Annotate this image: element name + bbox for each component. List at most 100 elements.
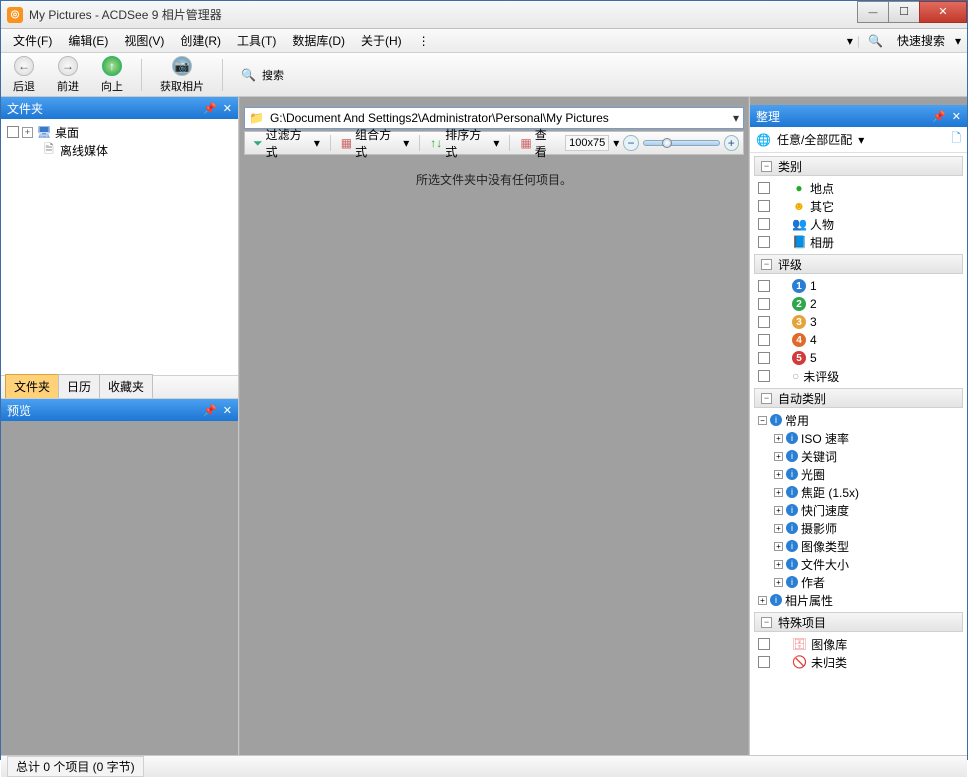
search-button[interactable]: 🔍搜索 <box>237 65 288 85</box>
menu-file[interactable]: 文件(F) <box>7 30 58 51</box>
checkbox[interactable] <box>758 370 770 382</box>
dropdown-icon[interactable]: ▾ <box>733 111 739 125</box>
checkbox[interactable] <box>758 352 770 364</box>
zoom-out-button[interactable]: − <box>623 135 638 151</box>
expand-icon[interactable]: + <box>774 524 783 533</box>
expand-icon[interactable]: + <box>774 434 783 443</box>
checkbox[interactable] <box>758 218 770 230</box>
maximize-button[interactable] <box>888 1 920 23</box>
funnel-icon: ⏷ <box>253 136 263 151</box>
cat-people[interactable]: 👥人物 <box>750 215 967 233</box>
dropdown-icon[interactable]: ▾ <box>858 133 864 147</box>
checkbox[interactable] <box>758 656 770 668</box>
expand-icon[interactable]: + <box>22 127 33 138</box>
collapse-icon[interactable]: − <box>761 617 772 628</box>
auto-common[interactable]: −i常用 <box>758 411 967 429</box>
checkbox[interactable] <box>758 638 770 650</box>
checkbox[interactable] <box>758 280 770 292</box>
pin-icon[interactable]: 📌 <box>203 102 217 115</box>
auto-photo-props[interactable]: +i相片属性 <box>758 591 967 609</box>
tab-favorites[interactable]: 收藏夹 <box>99 374 153 398</box>
rating-2[interactable]: 22 <box>750 295 967 313</box>
slider-knob[interactable] <box>662 138 672 148</box>
section-category[interactable]: −类别 <box>754 156 963 176</box>
auto-photographer[interactable]: +i摄影师 <box>758 519 967 537</box>
checkbox[interactable] <box>7 126 19 138</box>
back-button[interactable]: ←后退 <box>9 54 39 96</box>
dropdown-icon[interactable]: ▾ <box>613 136 619 150</box>
up-button[interactable]: ↑向上 <box>97 54 127 96</box>
collapse-icon[interactable]: − <box>758 416 767 425</box>
expand-icon[interactable]: + <box>774 578 783 587</box>
expand-icon[interactable]: + <box>758 596 767 605</box>
pin-icon[interactable]: 📌 <box>203 404 217 417</box>
checkbox[interactable] <box>758 316 770 328</box>
rating-1[interactable]: 11 <box>750 277 967 295</box>
rating-4[interactable]: 44 <box>750 331 967 349</box>
thumb-size[interactable]: 100x75 <box>565 135 609 151</box>
tree-item-offline[interactable]: 🗎 离线媒体 <box>5 141 234 159</box>
auto-shutter[interactable]: +i快门速度 <box>758 501 967 519</box>
menu-view[interactable]: 视图(V) <box>118 30 170 51</box>
tab-folders[interactable]: 文件夹 <box>5 374 59 398</box>
info-icon: i <box>786 504 798 516</box>
collapse-icon[interactable]: − <box>761 161 772 172</box>
expand-icon[interactable]: + <box>774 506 783 515</box>
zoom-in-button[interactable]: + <box>724 135 739 151</box>
match-mode[interactable]: 任意/全部匹配 <box>777 131 852 148</box>
menu-dropdown-icon[interactable]: ▾ <box>847 34 853 48</box>
pin-icon[interactable]: 📌 <box>932 110 946 123</box>
special-uncat[interactable]: 🚫未归类 <box>750 653 967 671</box>
acquire-button[interactable]: 📷获取相片 <box>156 54 208 96</box>
zoom-slider[interactable] <box>643 140 720 146</box>
menu-edit[interactable]: 编辑(E) <box>62 30 114 51</box>
panel-close-icon[interactable]: ✕ <box>223 102 232 115</box>
cat-album[interactable]: 📘相册 <box>750 233 967 251</box>
quick-search-dropdown-icon[interactable]: ▾ <box>955 34 961 48</box>
menu-database[interactable]: 数据库(D) <box>286 30 351 51</box>
section-rating[interactable]: −评级 <box>754 254 963 274</box>
section-auto[interactable]: −自动类别 <box>754 388 963 408</box>
expand-icon[interactable]: + <box>774 560 783 569</box>
auto-aperture[interactable]: +i光圈 <box>758 465 967 483</box>
expand-icon[interactable]: + <box>774 452 783 461</box>
checkbox[interactable] <box>758 200 770 212</box>
expand-icon[interactable]: + <box>774 470 783 479</box>
expand-icon[interactable]: + <box>774 542 783 551</box>
menu-tools[interactable]: 工具(T) <box>231 30 282 51</box>
auto-focal[interactable]: +i焦距 (1.5x) <box>758 483 967 501</box>
menu-create[interactable]: 创建(R) <box>174 30 227 51</box>
checkbox[interactable] <box>758 182 770 194</box>
menu-about[interactable]: 关于(H) <box>355 30 408 51</box>
panel-close-icon[interactable]: ✕ <box>952 110 961 123</box>
collapse-icon[interactable]: − <box>761 393 772 404</box>
close-button[interactable] <box>919 1 967 23</box>
rating-5[interactable]: 55 <box>750 349 967 367</box>
new-item-icon[interactable]: 🗋 <box>951 129 961 150</box>
auto-filesize[interactable]: +i文件大小 <box>758 555 967 573</box>
tab-calendar[interactable]: 日历 <box>58 374 100 398</box>
panel-close-icon[interactable]: ✕ <box>223 404 232 417</box>
expand-icon[interactable]: + <box>774 488 783 497</box>
preview-panel-header: 预览 📌 ✕ <box>1 399 238 421</box>
auto-iso[interactable]: +iISO 速率 <box>758 429 967 447</box>
checkbox[interactable] <box>758 334 770 346</box>
cat-place[interactable]: ●地点 <box>750 179 967 197</box>
checkbox[interactable] <box>758 236 770 248</box>
auto-author[interactable]: +i作者 <box>758 573 967 591</box>
quick-search[interactable]: 快速搜索 <box>891 30 951 51</box>
section-special[interactable]: −特殊项目 <box>754 612 963 632</box>
cat-other[interactable]: ☻其它 <box>750 197 967 215</box>
collapse-icon[interactable]: − <box>761 259 772 270</box>
rating-3[interactable]: 33 <box>750 313 967 331</box>
folders-tree[interactable]: + 🖥 桌面 🗎 离线媒体 <box>1 119 238 375</box>
path-text: G:\Document And Settings2\Administrator\… <box>270 111 727 125</box>
auto-keyword[interactable]: +i关键词 <box>758 447 967 465</box>
auto-imgtype[interactable]: +i图像类型 <box>758 537 967 555</box>
rating-unrated[interactable]: ○未评级 <box>750 367 967 385</box>
forward-button[interactable]: →前进 <box>53 54 83 96</box>
minimize-button[interactable] <box>857 1 889 23</box>
special-db[interactable]: 🗄图像库 <box>750 635 967 653</box>
tree-item-desktop[interactable]: + 🖥 桌面 <box>5 123 234 141</box>
checkbox[interactable] <box>758 298 770 310</box>
